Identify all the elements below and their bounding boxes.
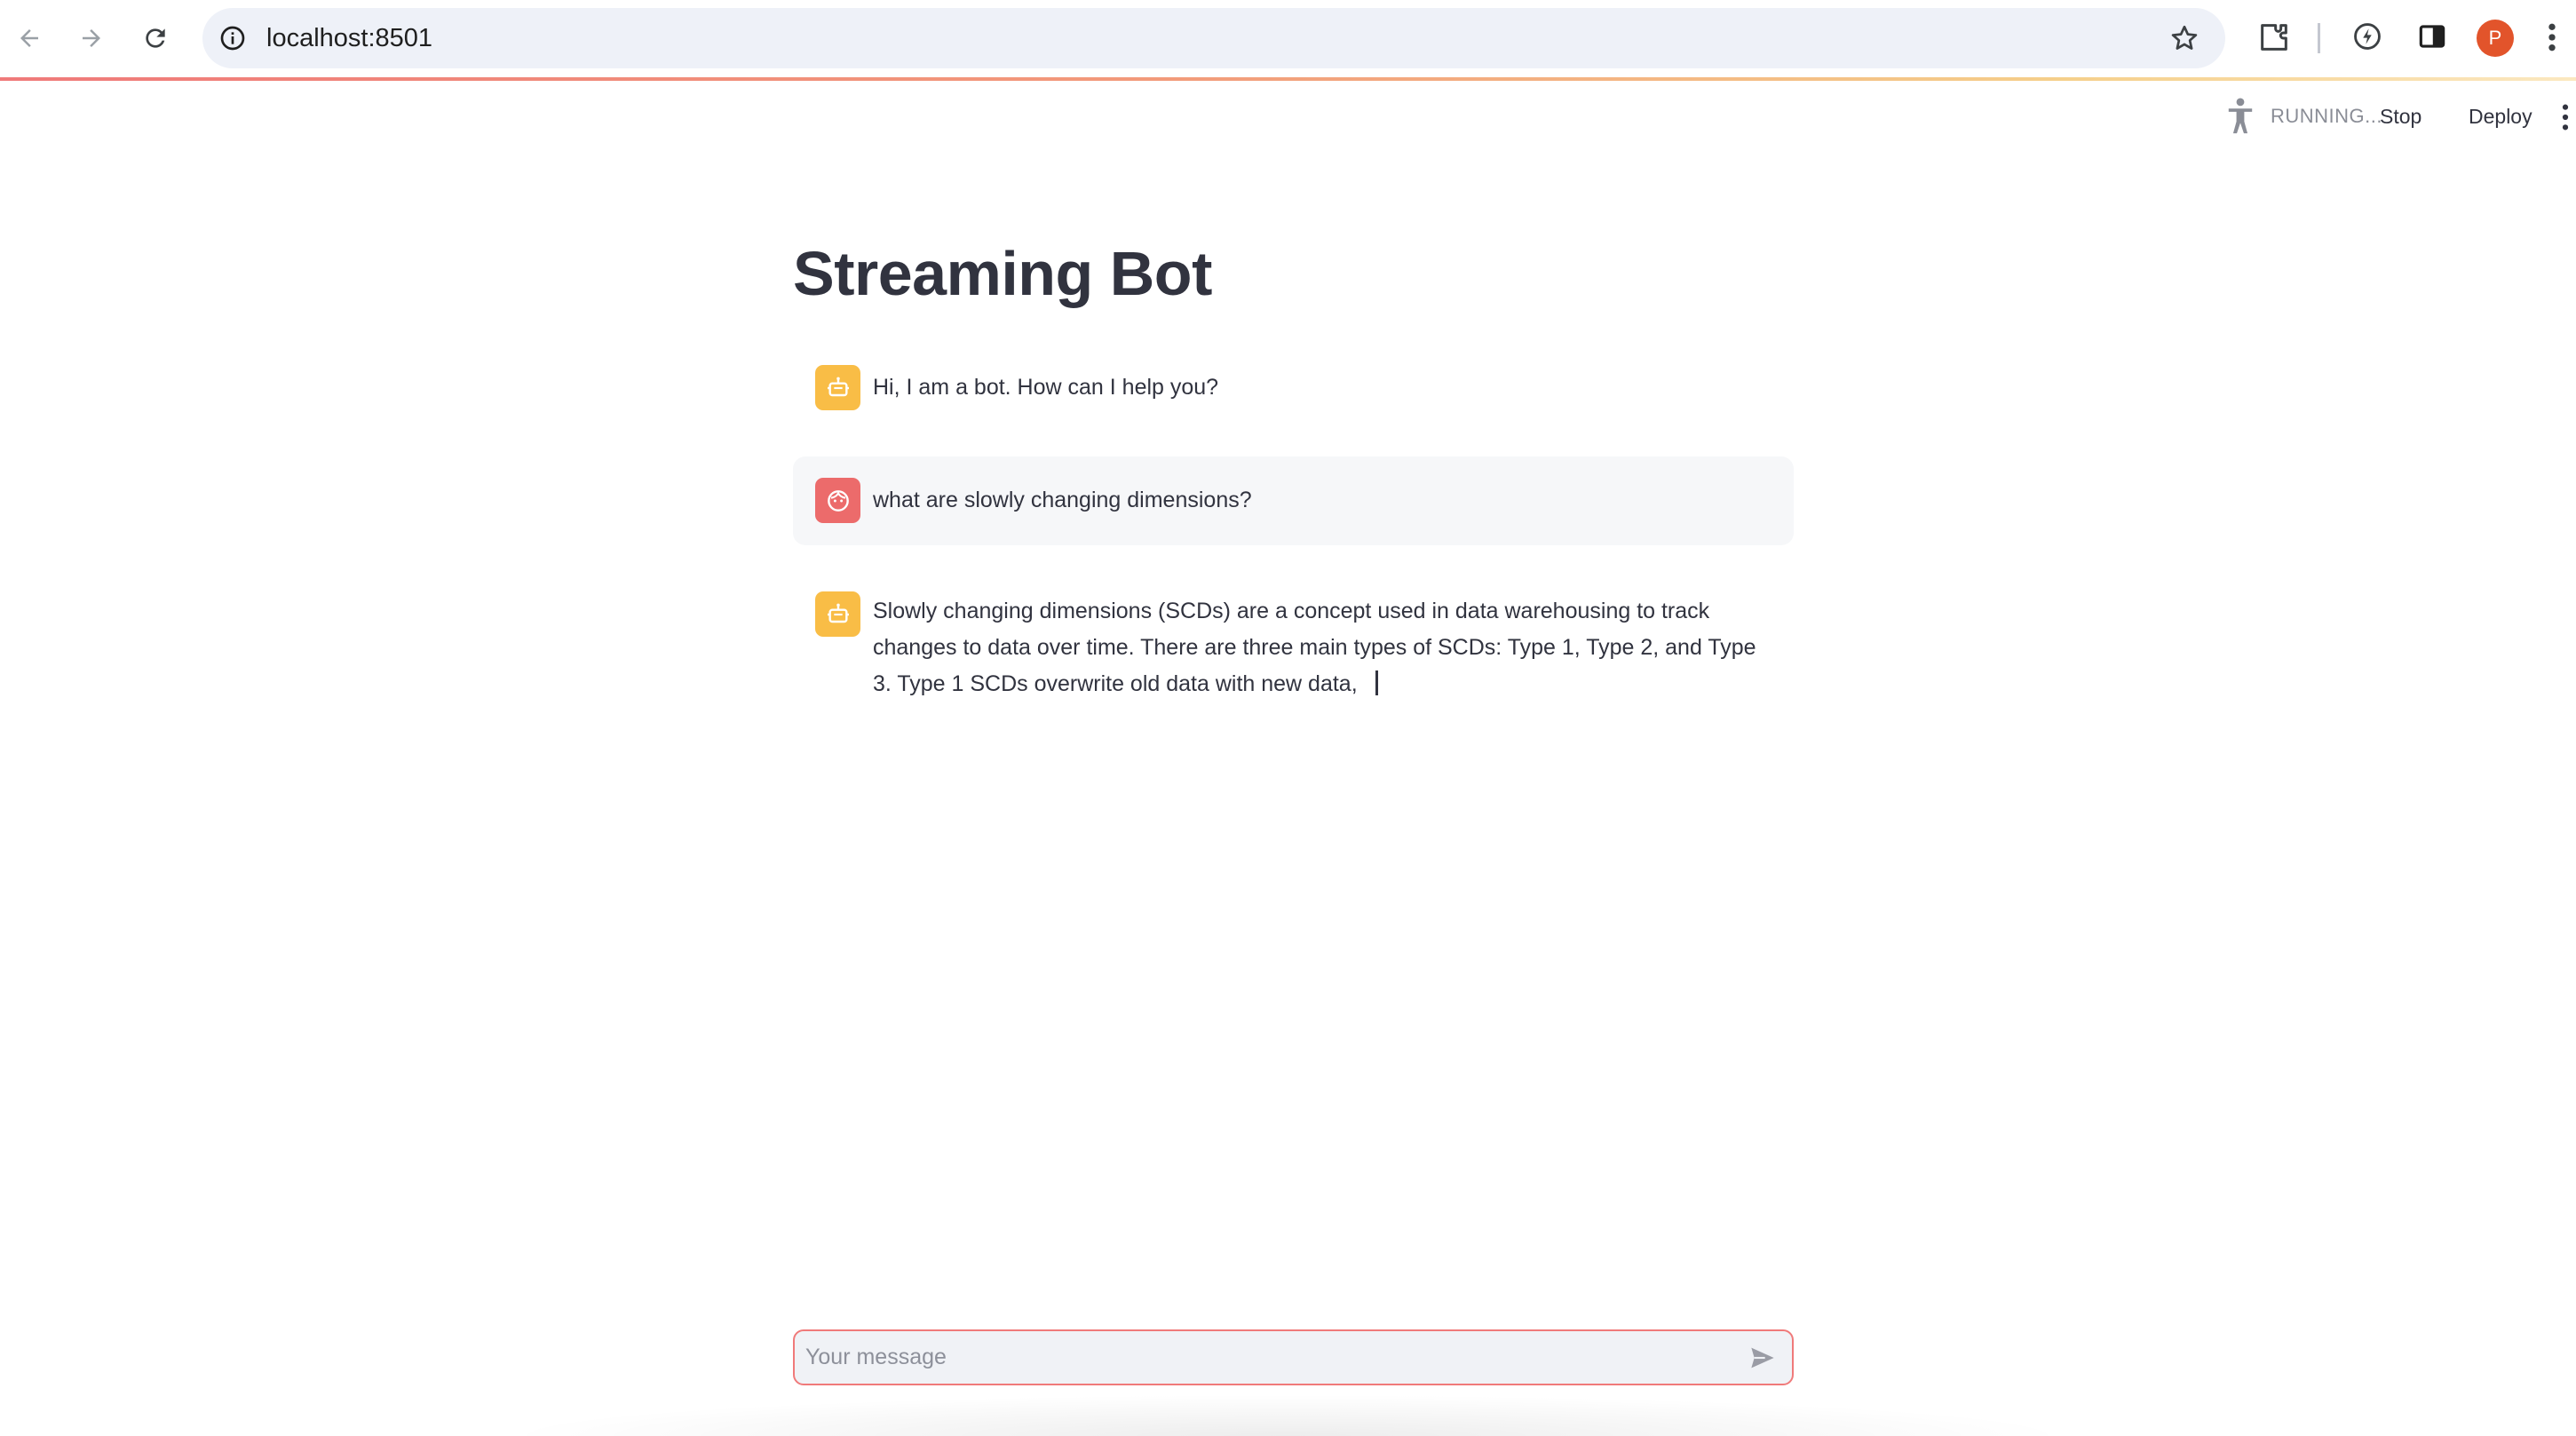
chat-message-assistant: Slowly changing dimensions (SCDs) are a … <box>793 577 1794 710</box>
loading-progress-line <box>0 77 2576 81</box>
chat-message-input[interactable] <box>805 1331 1729 1384</box>
menu-icon[interactable] <box>2543 20 2561 55</box>
back-icon[interactable] <box>7 16 52 60</box>
stop-button[interactable]: Stop <box>2380 100 2421 132</box>
bookmark-star-icon[interactable] <box>2168 22 2200 54</box>
page-title: Streaming Bot <box>793 239 1212 308</box>
address-bar[interactable]: localhost:8501 <box>202 8 2225 68</box>
running-person-icon <box>2224 97 2256 136</box>
bot-icon <box>815 365 860 410</box>
app-menu-icon[interactable] <box>2559 102 2572 132</box>
app-toolbar: RUNNING... Stop Deploy <box>0 84 2576 147</box>
input-shadow <box>497 1394 2078 1436</box>
site-info-icon[interactable] <box>218 24 247 52</box>
message-text: Slowly changing dimensions (SCDs) are a … <box>873 599 1756 696</box>
url-text[interactable]: localhost:8501 <box>266 8 432 68</box>
bot-icon <box>815 591 860 637</box>
profile-avatar[interactable]: P <box>2477 20 2514 57</box>
message-text: what are slowly changing dimensions? <box>873 488 1252 512</box>
chat-message-assistant: Hi, I am a bot. How can I help you? <box>793 355 1794 422</box>
side-panel-icon[interactable] <box>2415 20 2451 55</box>
send-icon[interactable] <box>1748 1344 1778 1372</box>
browser-toolbar: localhost:8501 P <box>0 0 2576 77</box>
performance-icon[interactable] <box>2350 20 2386 55</box>
streaming-cursor <box>1375 670 1378 695</box>
chat-input-container <box>793 1329 1794 1385</box>
message-text: Hi, I am a bot. How can I help you? <box>873 375 1219 400</box>
chat-message-user: what are slowly changing dimensions? <box>793 456 1794 545</box>
message-text-streaming: Slowly changing dimensions (SCDs) are a … <box>873 593 1774 702</box>
toolbar-divider <box>2318 23 2320 53</box>
running-status: RUNNING... <box>2271 105 2382 127</box>
deploy-button[interactable]: Deploy <box>2469 100 2532 132</box>
reload-icon[interactable] <box>133 16 178 60</box>
extensions-icon[interactable] <box>2256 20 2292 55</box>
user-face-icon <box>815 478 860 523</box>
forward-icon[interactable] <box>69 16 114 60</box>
